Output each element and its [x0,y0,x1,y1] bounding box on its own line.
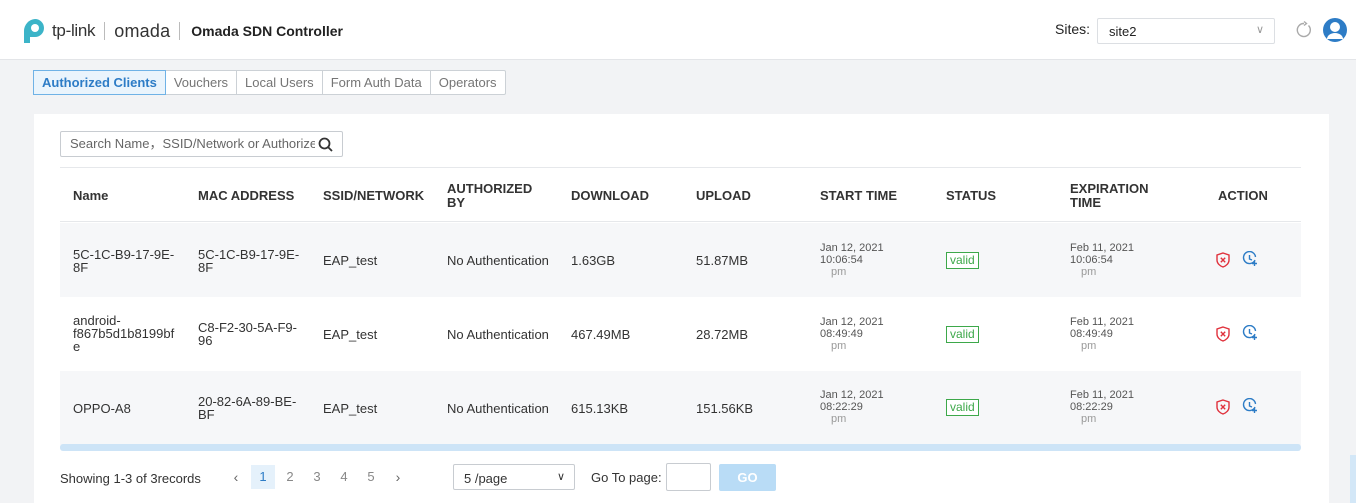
client-name: android-f867b5d1b8199bf e [73,313,175,354]
table-row[interactable]: 5C-1C-B9-17-9E- 8F 5C-1C-B9-17-9E- 8F EAP_… [60,223,1301,297]
page-size-select[interactable]: 5 /page ∨ [453,464,575,490]
page-3[interactable]: 3 [305,465,329,489]
client-start-time: Jan 12, 2021 10:06:54 pm [820,242,884,278]
brand-name: tp-link [52,21,96,40]
tab-authorized-clients[interactable]: Authorized Clients [33,70,166,95]
app-title: Omada SDN Controller [191,23,343,39]
client-auth: No Authentication [447,253,549,268]
title-divider [179,22,181,40]
client-ssid: EAP_test [323,253,378,268]
site-select-value: site2 [1109,24,1137,39]
column-header-status[interactable]: STATUS [946,189,996,203]
client-ssid: EAP_test [323,401,378,416]
column-header-name[interactable]: Name [73,189,108,203]
client-upload: 151.56KB [696,401,754,416]
column-header-download[interactable]: DOWNLOAD [571,189,649,203]
prev-page-icon[interactable]: ‹ [224,465,248,489]
client-ssid: EAP_test [323,327,378,342]
logo-divider [104,22,106,40]
user-avatar-icon[interactable] [1322,17,1348,43]
client-download: 615.13KB [571,401,629,416]
client-upload: 51.87MB [696,253,749,268]
goto-page-input[interactable] [666,463,711,491]
client-start-time: Jan 12, 2021 08:22:29 pm [820,389,884,425]
tab-operators[interactable]: Operators [431,71,505,94]
client-mac: C8-F2-30-5A-F9- 96 [198,320,297,348]
column-header-authorized-by[interactable]: AUTHORIZED BY [447,182,542,210]
client-name: 5C-1C-B9-17-9E- 8F [73,247,175,275]
page-1[interactable]: 1 [251,465,275,489]
client-upload: 28.72MB [696,327,749,342]
table-row[interactable]: OPPO-A8 20-82-6A-89-BE- BF EAP_test No Au… [60,371,1301,445]
tab-form-auth-data[interactable]: Form Auth Data [323,71,431,94]
clients-card: Name MAC ADDRESS SSID/NETWORK AUTHORIZED… [34,114,1329,503]
status-badge: valid [946,399,979,416]
page-4[interactable]: 4 [332,465,356,489]
pagination: ‹ 1 2 3 4 5 › [224,465,413,489]
table-row[interactable]: android-f867b5d1b8199bf e C8-F2-30-5A-F9-… [60,297,1301,371]
brand-logo: tp-link omada Omada SDN Controller [22,18,343,44]
next-page-icon[interactable]: › [386,465,410,489]
horizontal-scrollbar[interactable] [60,444,1301,451]
tab-vouchers[interactable]: Vouchers [166,71,238,94]
sites-label: Sites: [1055,21,1091,37]
page-2[interactable]: 2 [278,465,302,489]
page-scrollbar[interactable] [1350,455,1356,503]
top-header: tp-link omada Omada SDN Controller Sites… [0,0,1356,60]
unauthorize-icon[interactable] [1215,252,1231,268]
tp-link-logo-icon [23,19,44,43]
client-auth: No Authentication [447,401,549,416]
column-header-action: ACTION [1218,188,1268,203]
column-header-start-time[interactable]: START TIME [820,189,897,203]
site-select[interactable]: site2 ∨ [1097,18,1275,44]
client-auth: No Authentication [447,327,549,342]
column-header-ssid[interactable]: SSID/NETWORK [323,189,424,203]
column-header-upload[interactable]: UPLOAD [696,189,751,203]
client-mac: 20-82-6A-89-BE- BF [198,394,297,422]
client-mac: 5C-1C-B9-17-9E- 8F [198,247,300,275]
column-header-mac[interactable]: MAC ADDRESS [198,189,294,203]
client-start-time: Jan 12, 2021 08:49:49 pm [820,316,884,352]
search-box [60,131,343,157]
client-expiration-time: Feb 11, 2021 08:49:49 pm [1070,316,1135,352]
page-5[interactable]: 5 [359,465,383,489]
column-header-expiration-time[interactable]: EXPIRATION TIME [1070,182,1160,210]
extend-time-icon[interactable] [1242,251,1258,267]
page-size-value: 5 /page [464,471,508,486]
portal-tabs: Authorized Clients Vouchers Local Users … [33,70,506,95]
unauthorize-icon[interactable] [1215,326,1231,342]
chevron-down-icon: ∨ [1255,24,1264,36]
go-button[interactable]: GO [719,464,776,491]
status-badge: valid [946,252,979,269]
client-download: 1.63GB [571,253,616,268]
unauthorize-icon[interactable] [1215,399,1231,415]
status-badge: valid [946,326,979,343]
client-download: 467.49MB [571,327,631,342]
goto-page-label: Go To page: [591,470,662,485]
chevron-down-icon: ∨ [556,471,565,483]
tab-local-users[interactable]: Local Users [237,71,323,94]
records-summary: Showing 1-3 of 3records [60,471,201,486]
refresh-icon[interactable] [1294,20,1314,40]
client-name: OPPO-A8 [73,401,131,416]
product-name: omada [114,20,171,41]
client-expiration-time: Feb 11, 2021 10:06:54 pm [1070,242,1135,278]
search-icon[interactable] [318,137,333,152]
extend-time-icon[interactable] [1242,398,1258,414]
search-input[interactable] [70,136,315,151]
client-expiration-time: Feb 11, 2021 08:22:29 pm [1070,389,1135,425]
extend-time-icon[interactable] [1242,325,1258,341]
table-header: Name MAC ADDRESS SSID/NETWORK AUTHORIZED… [60,167,1301,222]
